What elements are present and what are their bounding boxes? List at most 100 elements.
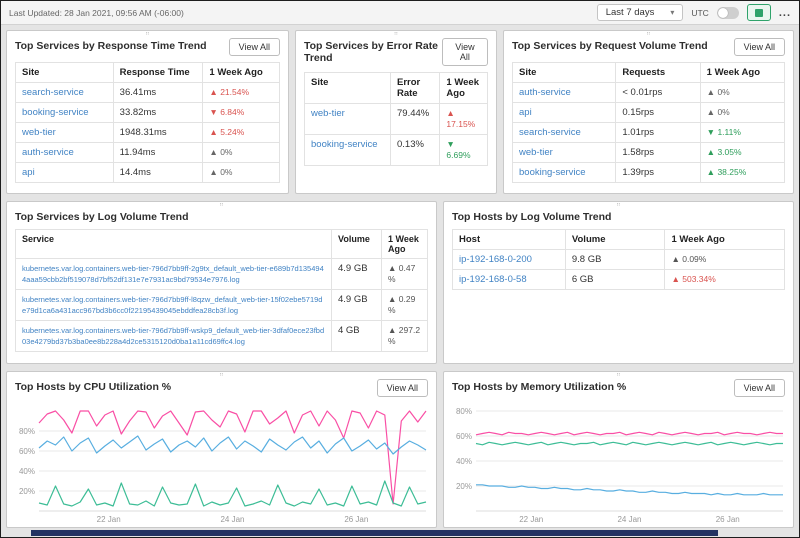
cell-link[interactable]: kubernetes.var.log.containers.web-tier-7…: [22, 295, 322, 315]
chevron-down-icon: ▾: [670, 8, 674, 17]
drag-handle-icon[interactable]: ⠿: [646, 31, 650, 37]
cell-link[interactable]: booking-service: [22, 107, 89, 118]
trend-value: ▲ 0%: [209, 167, 232, 177]
svg-text:24 Jan: 24 Jan: [617, 515, 641, 524]
table-row: web-tier79.44%▲ 17.15%: [305, 104, 488, 135]
column-header: Requests: [616, 63, 700, 83]
column-header: Site: [16, 63, 114, 83]
trend-value: ▲ 3.05%: [707, 147, 742, 157]
trend-value: ▲ 0.29 %: [388, 294, 415, 315]
row-utilization-charts: ⠿ Top Hosts by CPU Utilization % View Al…: [6, 371, 794, 528]
memory-utilization-chart[interactable]: 20%40%60%80%22 Jan24 Jan26 Jan: [446, 401, 789, 525]
trend-value: ▼ 6.69%: [446, 139, 470, 160]
cell-value: 1.39rps: [616, 163, 700, 183]
last-updated-text: Last Updated: 28 Jan 2021, 09:56 AM (-06…: [9, 8, 184, 18]
cell-value: 6 GB: [565, 270, 665, 290]
table-row: kubernetes.var.log.containers.web-tier-7…: [16, 259, 428, 290]
cell-link[interactable]: search-service: [22, 87, 84, 98]
table-row: kubernetes.var.log.containers.web-tier-7…: [16, 321, 428, 352]
view-all-button[interactable]: View All: [442, 38, 488, 66]
cell-link[interactable]: auth-service: [519, 87, 571, 98]
panel-title: Top Hosts by CPU Utilization %: [15, 379, 171, 393]
cell-value: 0.13%: [391, 135, 440, 166]
cell-value: 4.9 GB: [332, 259, 382, 290]
cell-link[interactable]: web-tier: [22, 127, 56, 138]
cell-value: 0.15rps: [616, 103, 700, 123]
column-header: 1 Week Ago: [440, 73, 488, 104]
svg-text:20%: 20%: [19, 487, 35, 496]
cell-link[interactable]: auth-service: [22, 147, 74, 158]
more-options-button[interactable]: ...: [779, 7, 791, 19]
cell-value: < 0.01rps: [616, 83, 700, 103]
response-time-table: Site Response Time 1 Week Ago search-ser…: [15, 62, 280, 183]
table-row: booking-service 1.39rps ▲ 38.25%: [513, 163, 785, 183]
live-mode-button[interactable]: [747, 4, 771, 21]
column-header: 1 Week Ago: [665, 230, 785, 250]
svg-text:26 Jan: 26 Jan: [344, 515, 368, 524]
drag-handle-icon[interactable]: ⠿: [219, 372, 223, 378]
cell-link[interactable]: api: [22, 167, 35, 178]
utc-toggle[interactable]: [717, 7, 739, 19]
cell-value: 1948.31ms: [113, 123, 203, 143]
time-range-select[interactable]: Last 7 days ▾: [597, 4, 684, 21]
cell-value: 1.58rps: [616, 143, 700, 163]
view-all-button[interactable]: View All: [734, 38, 785, 56]
cell-link[interactable]: booking-service: [311, 139, 378, 150]
panel-title: Top Hosts by Memory Utilization %: [452, 379, 626, 393]
table-row: auth-service11.94ms▲ 0%: [16, 143, 280, 163]
view-all-button[interactable]: View All: [377, 379, 428, 397]
cell-link[interactable]: kubernetes.var.log.containers.web-tier-7…: [22, 326, 324, 346]
cell-value: 9.8 GB: [565, 250, 665, 270]
cell-link[interactable]: ip-192-168-0-58: [459, 274, 527, 285]
cell-value: 36.41ms: [113, 83, 203, 103]
footer-bar: [31, 530, 718, 536]
trend-value: ▲ 38.25%: [707, 167, 747, 177]
topbar-controls: Last 7 days ▾ UTC ...: [597, 4, 791, 21]
trend-value: ▲ 21.54%: [209, 87, 249, 97]
view-all-button[interactable]: View All: [734, 379, 785, 397]
cell-link[interactable]: ip-192-168-0-200: [459, 254, 532, 265]
column-header: Response Time: [113, 63, 203, 83]
trend-value: ▲ 0%: [707, 107, 730, 117]
cell-link[interactable]: kubernetes.var.log.containers.web-tier-7…: [22, 264, 324, 284]
table-row: booking-service 33.82ms ▼ 6.84%: [16, 103, 280, 123]
service-log-volume-table: Service Volume 1 Week Ago kubernetes.var…: [15, 229, 428, 352]
cpu-utilization-chart[interactable]: 20%40%60%80%22 Jan24 Jan26 Jan: [9, 401, 432, 525]
drag-handle-icon[interactable]: ⠿: [145, 31, 149, 37]
live-indicator-icon: [755, 9, 763, 17]
table-row: api 14.4ms ▲ 0%: [16, 163, 280, 183]
trend-value: ▲ 0.09%: [671, 254, 706, 264]
table-row: web-tier 1.58rps ▲ 3.05%: [513, 143, 785, 163]
cell-link[interactable]: booking-service: [519, 167, 586, 178]
cell-link[interactable]: web-tier: [519, 147, 553, 158]
trend-value: ▲ 297.2 %: [388, 325, 420, 346]
cell-link[interactable]: api: [519, 107, 532, 118]
drag-handle-icon[interactable]: ⠿: [394, 31, 398, 37]
utc-label: UTC: [691, 8, 708, 18]
cell-link[interactable]: search-service: [519, 127, 581, 138]
row-top-services: ⠿ Top Services by Response Time Trend Vi…: [6, 30, 794, 194]
view-all-button[interactable]: View All: [229, 38, 280, 56]
svg-text:26 Jan: 26 Jan: [716, 515, 740, 524]
table-row: ip-192-168-0-200 9.8 GB ▲ 0.09%: [453, 250, 785, 270]
cell-value: 4.9 GB: [332, 290, 382, 321]
table-row: kubernetes.var.log.containers.web-tier-7…: [16, 290, 428, 321]
trend-value: ▲ 0%: [707, 87, 730, 97]
cell-link[interactable]: web-tier: [311, 108, 345, 119]
trend-value: ▼ 6.84%: [209, 107, 244, 117]
svg-text:20%: 20%: [456, 482, 472, 491]
cell-value: 14.4ms: [113, 163, 203, 183]
column-header: Service: [16, 230, 332, 259]
request-volume-table: Site Requests 1 Week Ago auth-service< 0…: [512, 62, 785, 183]
drag-handle-icon[interactable]: ⠿: [219, 202, 223, 208]
cell-value: 33.82ms: [113, 103, 203, 123]
panel-title: Top Hosts by Log Volume Trend: [452, 209, 611, 223]
trend-value: ▲ 5.24%: [209, 127, 244, 137]
drag-handle-icon[interactable]: ⠿: [616, 202, 620, 208]
trend-value: ▲ 503.34%: [671, 274, 715, 284]
column-header: Site: [513, 63, 616, 83]
svg-text:22 Jan: 22 Jan: [97, 515, 121, 524]
drag-handle-icon[interactable]: ⠿: [616, 372, 620, 378]
dashboard-content: ⠿ Top Services by Response Time Trend Vi…: [1, 25, 799, 533]
trend-value: ▲ 17.15%: [446, 108, 475, 129]
